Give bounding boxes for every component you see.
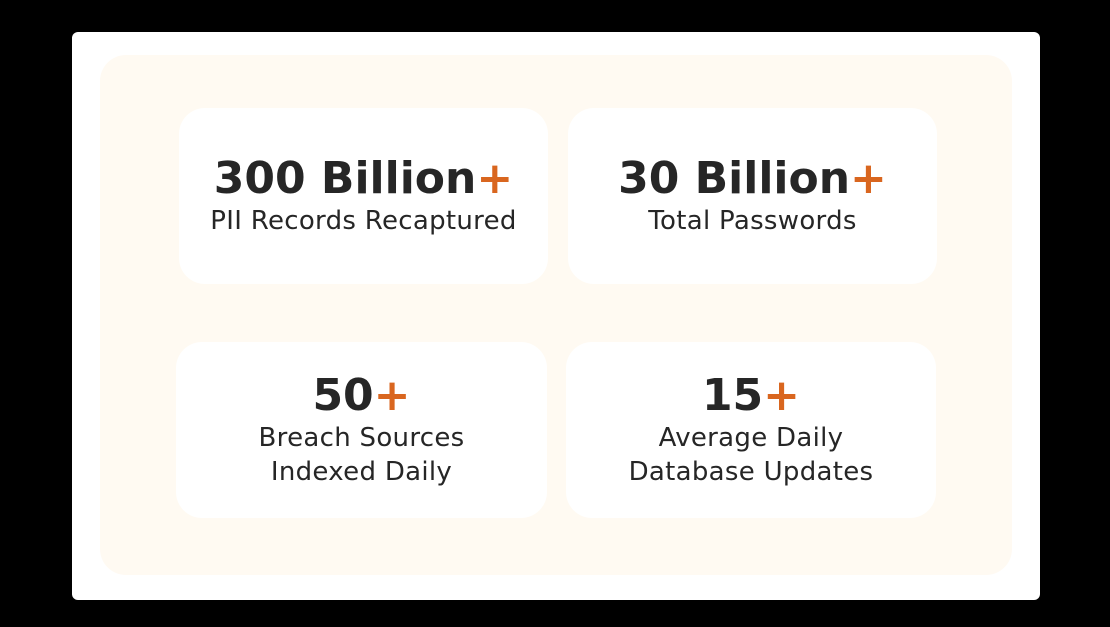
stat-card-breach-sources: 50+ Breach Sources Indexed Daily bbox=[176, 342, 547, 518]
stat-label-line-1: Average Daily bbox=[658, 423, 844, 454]
stat-label-line-2: Database Updates bbox=[628, 457, 874, 488]
stat-number: 30 Billion bbox=[618, 152, 851, 204]
stat-value: 30 Billion+ bbox=[618, 152, 887, 205]
stat-value: 50+ bbox=[312, 369, 411, 422]
stat-label: Total Passwords bbox=[648, 206, 857, 237]
plus-sign: + bbox=[373, 369, 411, 421]
stat-card-total-passwords: 30 Billion+ Total Passwords bbox=[568, 108, 937, 284]
stat-number: 15 bbox=[701, 369, 764, 421]
stat-number: 50 bbox=[312, 369, 374, 421]
plus-sign: + bbox=[850, 152, 887, 204]
plus-sign: + bbox=[763, 369, 801, 421]
stat-value: 300 Billion+ bbox=[213, 152, 514, 205]
stat-number: 300 Billion bbox=[213, 152, 477, 204]
stat-label-line-2: Indexed Daily bbox=[270, 457, 453, 488]
stat-card-pii-records: 300 Billion+ PII Records Recaptured bbox=[179, 108, 548, 284]
stat-label-line-1: Breach Sources bbox=[258, 423, 465, 454]
plus-sign: + bbox=[476, 152, 514, 204]
stat-label: PII Records Recaptured bbox=[210, 206, 517, 237]
stat-card-database-updates: 15+ Average Daily Database Updates bbox=[566, 342, 936, 518]
stat-value: 15+ bbox=[701, 369, 801, 422]
